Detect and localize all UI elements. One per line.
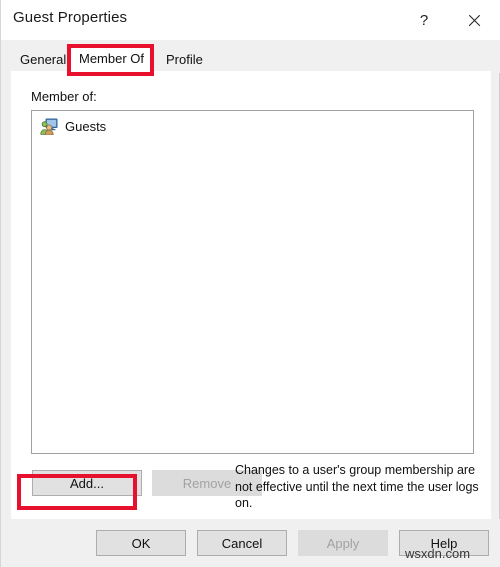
apply-button: Apply — [298, 530, 388, 556]
membership-hint-text: Changes to a user's group membership are… — [235, 463, 479, 510]
list-item-label: Guests — [65, 118, 107, 134]
watermark: wsxdn.com — [405, 546, 471, 561]
tab-member-of[interactable]: Member Of — [70, 44, 154, 73]
question-mark-icon: ? — [419, 11, 429, 29]
tab-profile[interactable]: Profile — [157, 46, 212, 73]
tab-member-of-label: Member Of — [79, 51, 145, 66]
close-icon — [467, 13, 482, 28]
tab-page-member-of: Member of: Guests Add... Remove Changes … — [11, 71, 491, 519]
add-button[interactable]: Add... — [32, 470, 142, 496]
tab-strip: General Member Of Profile — [1, 40, 500, 73]
ok-button[interactable]: OK — [96, 530, 186, 556]
title-bar: Guest Properties ? — [1, 0, 500, 41]
help-caption-button[interactable]: ? — [401, 0, 447, 40]
cancel-button[interactable]: Cancel — [197, 530, 287, 556]
tab-general[interactable]: General — [11, 46, 76, 73]
member-of-label: Member of: — [31, 89, 97, 104]
screenshot-root: Guest Properties ? General Member Of Pro… — [0, 0, 500, 567]
list-item[interactable]: Guests — [36, 115, 110, 137]
tab-general-label: General — [20, 52, 67, 67]
close-caption-button[interactable] — [451, 0, 497, 40]
tab-profile-label: Profile — [166, 52, 203, 67]
member-of-listbox[interactable]: Guests — [31, 110, 474, 454]
window-title: Guest Properties — [13, 9, 128, 26]
properties-dialog-window: Guest Properties ? General Member Of Pro… — [0, 0, 500, 567]
group-icon — [40, 118, 58, 135]
